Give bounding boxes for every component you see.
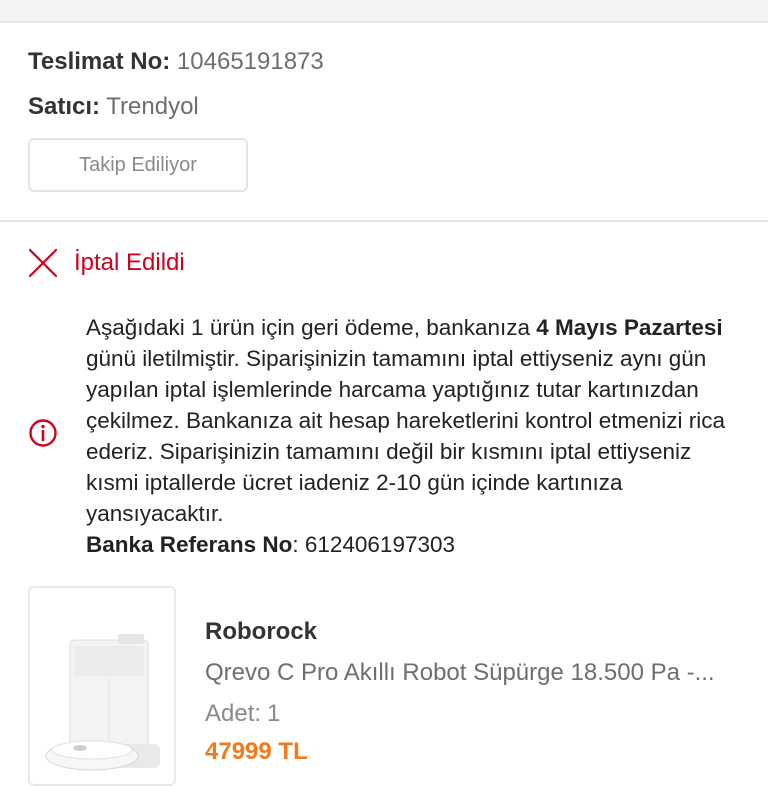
- bank-reference-label: Banka Referans No: [86, 532, 293, 557]
- refund-notice-text-1: Aşağıdaki 1 ürün için geri ödeme, bankan…: [86, 315, 537, 340]
- quantity-value: 1: [267, 700, 281, 727]
- refund-notice-text-2: günü iletilmiştir. Siparişinizin tamamın…: [86, 346, 726, 526]
- product-name[interactable]: Qrevo C Pro Akıllı Robot Süpürge 18.500 …: [205, 659, 750, 687]
- bank-reference-value: 612406197303: [304, 532, 456, 557]
- product-image[interactable]: [28, 586, 176, 786]
- refund-date: 4 Mayıs Pazartesi: [536, 315, 723, 340]
- product-price: 47999 TL: [205, 738, 308, 765]
- seller-row: Satıcı: Trendyol: [28, 93, 199, 121]
- top-strip: [0, 0, 768, 23]
- close-icon: [28, 248, 58, 278]
- seller-label: Satıcı:: [28, 93, 101, 120]
- info-icon: [29, 419, 57, 447]
- delivery-number-row: Teslimat No: 10465191873: [28, 48, 324, 76]
- refund-notice: Aşağıdaki 1 ürün için geri ödeme, bankan…: [86, 312, 746, 560]
- product-brand[interactable]: Roborock: [205, 618, 317, 646]
- robot-vacuum-image: [45, 634, 160, 771]
- seller-value[interactable]: Trendyol: [106, 93, 198, 120]
- tracking-button[interactable]: Takip Ediliyor: [28, 138, 248, 192]
- cancel-status-text: İptal Edildi: [74, 249, 185, 276]
- delivery-number-value: 10465191873: [176, 48, 324, 75]
- quantity-label: Adet:: [205, 700, 262, 727]
- bank-reference-separator: :: [292, 532, 305, 557]
- section-divider: [0, 220, 768, 222]
- product-quantity: Adet: 1: [205, 700, 280, 728]
- cancel-status: İptal Edildi: [26, 246, 185, 280]
- delivery-number-label: Teslimat No:: [28, 48, 171, 75]
